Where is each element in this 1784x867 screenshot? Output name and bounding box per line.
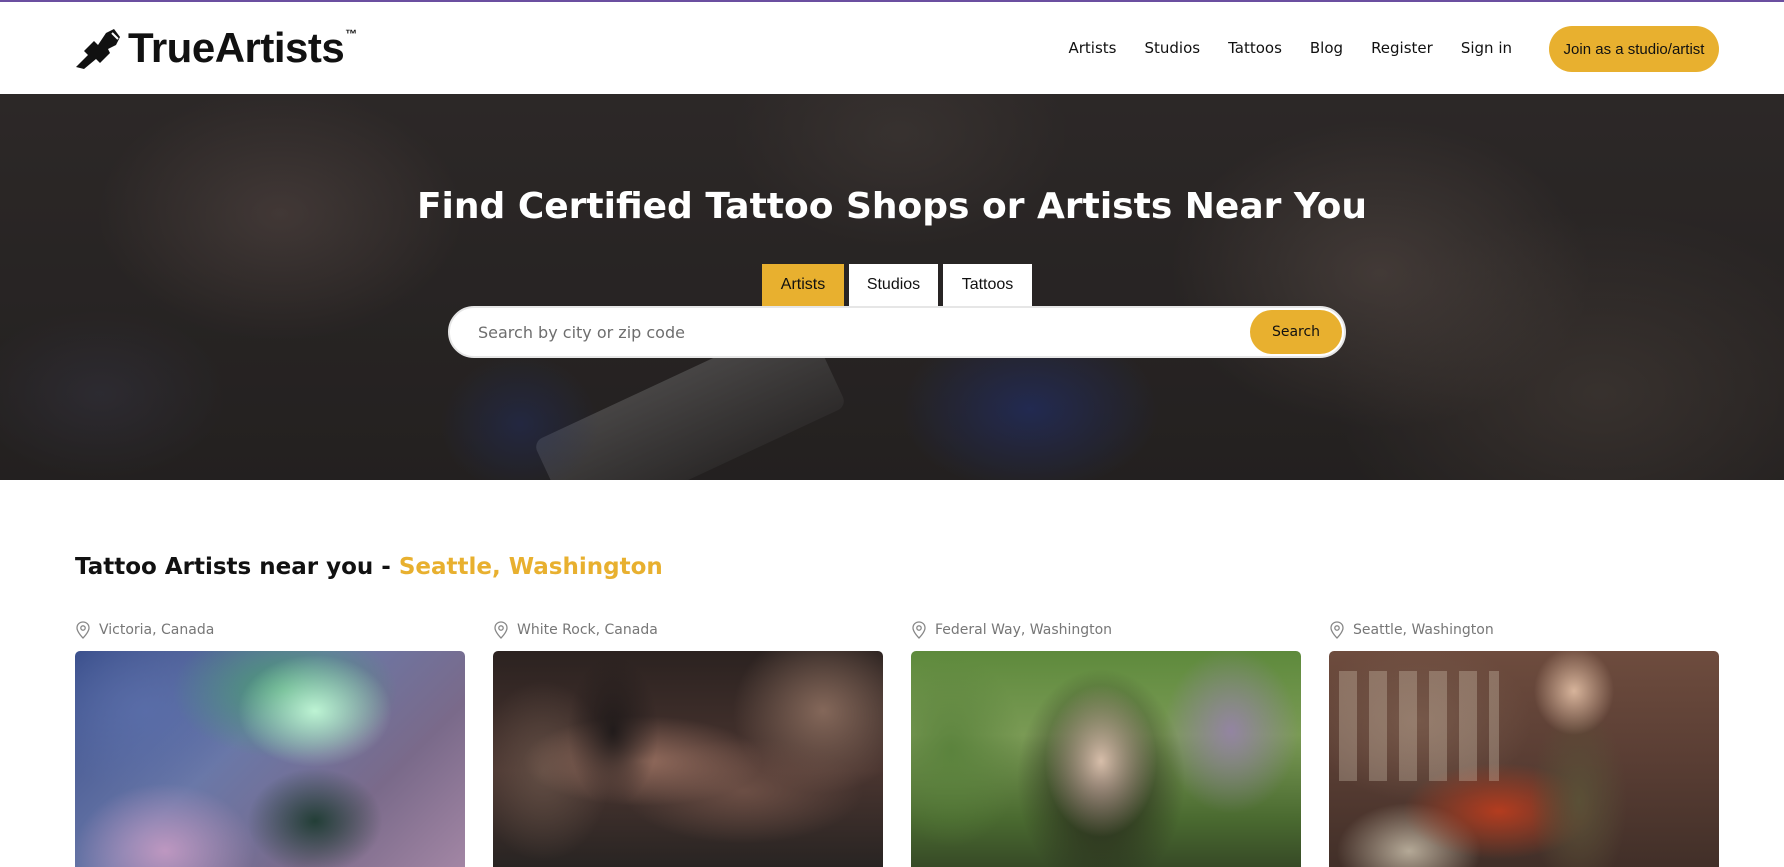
map-pin-icon	[1330, 621, 1344, 639]
section-title-location[interactable]: Seattle, Washington	[399, 554, 663, 580]
tab-studios[interactable]: Studios	[849, 264, 938, 306]
nav-item-register[interactable]: Register	[1371, 38, 1433, 58]
artist-card[interactable]: Seattle, Washington	[1329, 620, 1719, 867]
main-nav: Artists Studios Tattoos Blog Register Si…	[1040, 38, 1512, 58]
card-location-text: Seattle, Washington	[1353, 622, 1494, 638]
nav-item-tattoos[interactable]: Tattoos	[1228, 38, 1282, 58]
artist-card[interactable]: Victoria, Canada	[75, 620, 465, 867]
tab-artists[interactable]: Artists	[762, 264, 844, 306]
nav-item-blog[interactable]: Blog	[1310, 38, 1343, 58]
artist-photo[interactable]	[493, 651, 883, 867]
map-pin-icon	[912, 621, 926, 639]
artist-card[interactable]: White Rock, Canada	[493, 620, 883, 867]
tattoo-machine-icon	[76, 29, 120, 69]
card-location: Federal Way, Washington	[911, 620, 1301, 640]
card-location-text: White Rock, Canada	[517, 622, 658, 638]
wall-frames-decoration	[1339, 671, 1499, 781]
nav-item-artists[interactable]: Artists	[1068, 38, 1116, 58]
nav-item-studios[interactable]: Studios	[1144, 38, 1200, 58]
tab-tattoos[interactable]: Tattoos	[943, 264, 1032, 306]
hero-banner: Find Certified Tattoo Shops or Artists N…	[0, 94, 1784, 480]
card-location: Victoria, Canada	[75, 620, 465, 640]
search-button[interactable]: Search	[1250, 310, 1342, 354]
artist-photo[interactable]	[75, 651, 465, 867]
nav-item-sign-in[interactable]: Sign in	[1461, 38, 1512, 58]
section-title-prefix: Tattoo Artists near you -	[75, 554, 399, 580]
hero-title: Find Certified Tattoo Shops or Artists N…	[416, 186, 1368, 227]
map-pin-icon	[494, 621, 508, 639]
section-title: Tattoo Artists near you - Seattle, Washi…	[75, 552, 663, 582]
card-location-text: Federal Way, Washington	[935, 622, 1113, 638]
card-location: White Rock, Canada	[493, 620, 883, 640]
join-studio-artist-button[interactable]: Join as a studio/artist	[1549, 26, 1719, 72]
logo-trademark: ™	[345, 27, 358, 41]
logo-text: TrueArtists	[128, 24, 345, 71]
search-type-tabs: Artists Studios Tattoos	[762, 264, 1032, 306]
search-input[interactable]	[478, 308, 1178, 356]
artist-photo[interactable]	[911, 651, 1301, 867]
map-pin-icon	[76, 621, 90, 639]
card-location-text: Victoria, Canada	[99, 622, 215, 638]
artist-card[interactable]: Federal Way, Washington	[911, 620, 1301, 867]
artist-photo[interactable]	[1329, 651, 1719, 867]
logo-link[interactable]: TrueArtists ™	[74, 26, 357, 70]
site-header: TrueArtists ™ Artists Studios Tattoos Bl…	[0, 2, 1784, 94]
card-location: Seattle, Washington	[1329, 620, 1719, 640]
search-bar: Search	[448, 306, 1346, 358]
